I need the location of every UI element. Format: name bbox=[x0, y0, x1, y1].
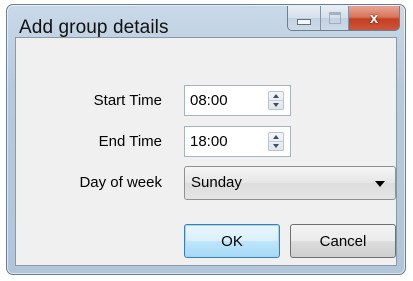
day-of-week-select[interactable]: Sunday bbox=[184, 166, 396, 200]
minimize-button[interactable] bbox=[288, 6, 321, 30]
maximize-button bbox=[321, 6, 349, 30]
spin-down-icon[interactable] bbox=[273, 144, 279, 148]
close-button[interactable]: x bbox=[349, 6, 399, 30]
minimize-icon bbox=[297, 19, 311, 25]
maximize-icon bbox=[328, 12, 341, 24]
day-of-week-value: Sunday bbox=[191, 174, 242, 191]
start-time-label: Start Time bbox=[93, 92, 162, 109]
dialog-window: Add group details x Start Time 08:00 End… bbox=[6, 4, 406, 275]
end-time-input[interactable]: 18:00 bbox=[184, 126, 291, 157]
spinner-divider bbox=[269, 141, 283, 142]
start-time-spinner[interactable] bbox=[268, 91, 284, 110]
day-of-week-label: Day of week bbox=[79, 174, 162, 191]
ok-button[interactable]: OK bbox=[184, 224, 280, 258]
spinner-divider bbox=[269, 100, 283, 101]
spin-down-icon[interactable] bbox=[273, 103, 279, 107]
cancel-button[interactable]: Cancel bbox=[290, 224, 396, 258]
caption-buttons: x bbox=[287, 6, 400, 31]
spin-up-icon[interactable] bbox=[273, 94, 279, 98]
start-time-value: 08:00 bbox=[190, 92, 228, 109]
end-time-spinner[interactable] bbox=[268, 132, 284, 151]
spin-up-icon[interactable] bbox=[273, 135, 279, 139]
end-time-label: End Time bbox=[98, 133, 162, 150]
start-time-input[interactable]: 08:00 bbox=[184, 85, 291, 116]
chevron-down-icon[interactable] bbox=[375, 181, 385, 187]
window-title: Add group details bbox=[19, 17, 169, 38]
close-icon: x bbox=[369, 9, 379, 27]
end-time-value: 18:00 bbox=[190, 133, 228, 150]
dialog-client-area: Start Time 08:00 End Time 18:00 Day of w… bbox=[15, 37, 397, 266]
